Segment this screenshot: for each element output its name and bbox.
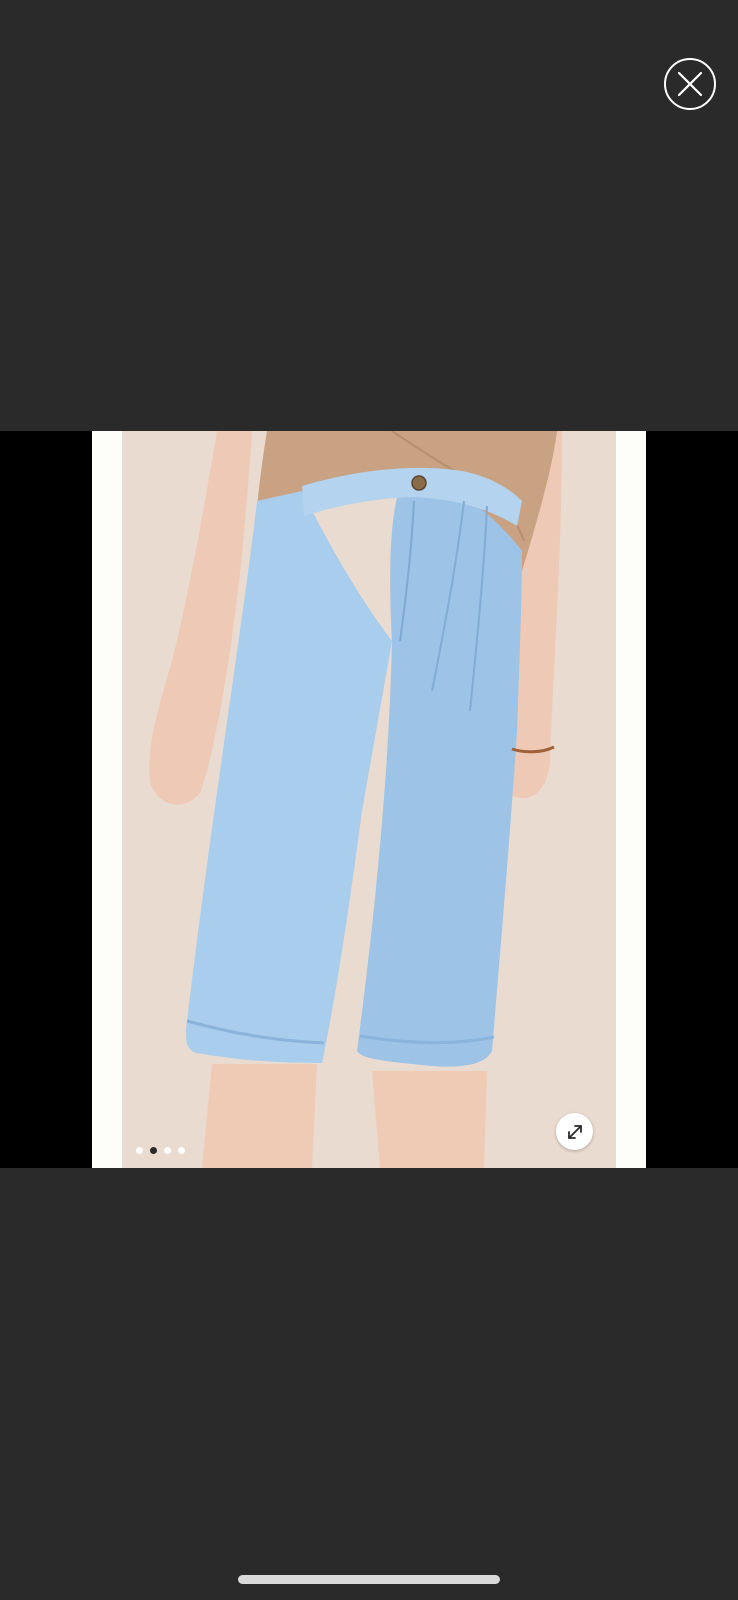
pager-dot[interactable] [136,1147,143,1154]
home-indicator[interactable] [238,1575,500,1584]
pager-dot-active[interactable] [150,1147,157,1154]
expand-button[interactable] [556,1113,593,1150]
close-button[interactable] [664,58,716,110]
pager-dot[interactable] [164,1147,171,1154]
image-viewer [0,0,738,1600]
image-pager [136,1147,185,1155]
expand-arrows-icon [567,1124,582,1139]
image-stage[interactable] [0,431,738,1168]
pager-dot[interactable] [178,1147,185,1154]
close-icon [677,71,703,97]
product-photo[interactable] [92,431,646,1168]
